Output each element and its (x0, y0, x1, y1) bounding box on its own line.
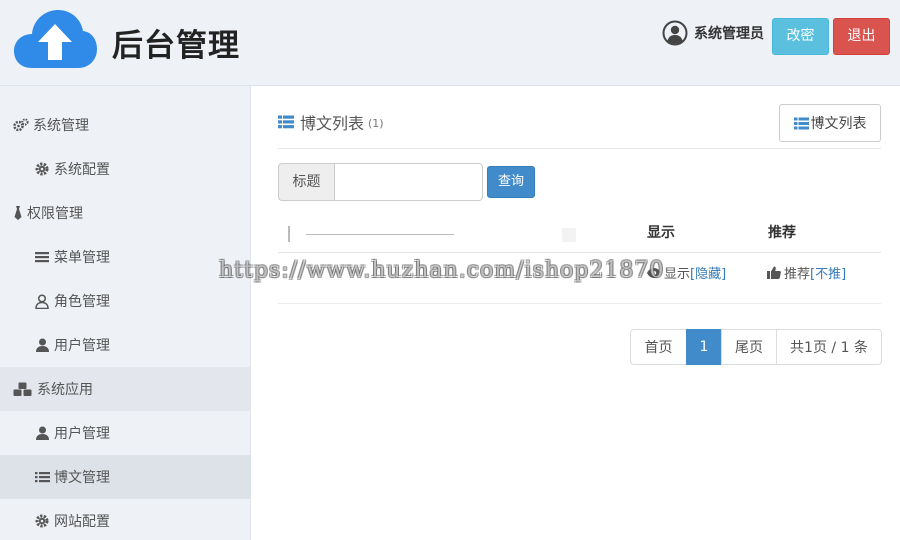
recommend-status-text: 推荐 (784, 267, 811, 282)
thumbs-up-icon (767, 266, 781, 279)
gear-icon (33, 513, 51, 529)
sidebar-item-label: 系统配置 (54, 162, 110, 178)
sidebar-item-label: 网站配置 (54, 514, 110, 530)
user-outline-icon (33, 293, 51, 309)
sidebar-item-user-management[interactable]: 用户管理 (0, 323, 251, 367)
user-info[interactable]: 系统管理员 (662, 18, 764, 48)
pagination-current-page[interactable]: 1 (686, 329, 722, 365)
sidebar-item-blog-management[interactable]: 博文管理 (0, 455, 251, 499)
sidebar-item-label: 菜单管理 (54, 250, 110, 266)
page-title: 博文列表 (300, 114, 365, 133)
hide-link[interactable]: [隐藏] (690, 263, 726, 282)
record-count: (1) (368, 116, 384, 130)
sidebar-item-menu-management[interactable]: 菜单管理 (0, 235, 251, 279)
cubes-icon (12, 381, 34, 397)
logout-button[interactable]: 退出 (833, 18, 890, 55)
faded-column-rule (306, 234, 454, 235)
sidebar-item-role-management[interactable]: 角色管理 (0, 279, 251, 323)
sidebar-item-permission-management[interactable]: 权限管理 (0, 191, 251, 235)
sidebar-item-system-apps[interactable]: 系统应用 (0, 367, 251, 411)
column-header-recommend: 推荐 (768, 225, 796, 241)
search-title-label: 标题 (278, 163, 335, 201)
gear-icon (33, 161, 51, 177)
pagination: 首页 1 尾页 共1页 / 1 条 (630, 329, 882, 365)
sidebar-item-site-config[interactable]: 网站配置 (0, 499, 251, 540)
change-password-button[interactable]: 改密 (772, 18, 829, 55)
sidebar-item-system-config[interactable]: 系统配置 (0, 147, 251, 191)
sidebar-item-label: 权限管理 (27, 206, 83, 222)
panel-heading: 博文列表 (1) (278, 110, 384, 134)
brand-title: 后台管理 (112, 28, 240, 64)
list-icon (33, 469, 51, 485)
table-row-divider (278, 303, 881, 304)
top-header: 后台管理 系统管理员 改密 退出 (0, 0, 900, 86)
faded-column-header (288, 226, 306, 242)
user-icon (33, 337, 51, 353)
faded-column-mark (562, 228, 576, 242)
sidebar-item-label: 角色管理 (54, 294, 110, 310)
blog-list-button-label: 博文列表 (810, 116, 867, 132)
column-header-show: 显示 (647, 225, 675, 241)
user-icon (33, 425, 51, 441)
list-icon (278, 115, 294, 129)
search-button[interactable]: 查询 (487, 166, 535, 198)
table-cell-recommend: 推荐 [不推] (767, 263, 846, 282)
sidebar: 系统管理 系统配置 权限管理 菜单管理 角色管理 用户管理 系统应用 用户管理 … (0, 86, 251, 540)
pagination-summary: 共1页 / 1 条 (776, 329, 882, 365)
panel-divider (278, 148, 881, 149)
search-title-input[interactable] (334, 163, 483, 201)
user-name: 系统管理员 (694, 26, 764, 42)
list-icon (793, 117, 809, 130)
bars-icon (33, 249, 51, 265)
tie-icon (12, 205, 24, 221)
sidebar-item-label: 系统应用 (37, 382, 93, 398)
sidebar-item-label: 用户管理 (54, 426, 110, 442)
table-header-divider (278, 252, 881, 253)
pagination-first-page[interactable]: 首页 (630, 329, 687, 365)
user-circle-icon (662, 20, 688, 46)
watermark-text: https://www.huzhan.com/ishop21870 (219, 258, 665, 283)
sidebar-item-system-management[interactable]: 系统管理 (0, 103, 251, 147)
sidebar-item-app-user-management[interactable]: 用户管理 (0, 411, 251, 455)
sidebar-item-label: 博文管理 (54, 470, 110, 486)
sidebar-item-label: 用户管理 (54, 338, 110, 354)
cogs-icon (12, 117, 30, 133)
cloud-upload-logo-icon (14, 10, 97, 68)
blog-list-button[interactable]: 博文列表 (779, 104, 881, 142)
show-status-text: 显示 (664, 267, 691, 282)
unrecommend-link[interactable]: [不推] (810, 263, 846, 282)
pagination-last-page[interactable]: 尾页 (721, 329, 777, 365)
sidebar-item-label: 系统管理 (33, 118, 89, 134)
